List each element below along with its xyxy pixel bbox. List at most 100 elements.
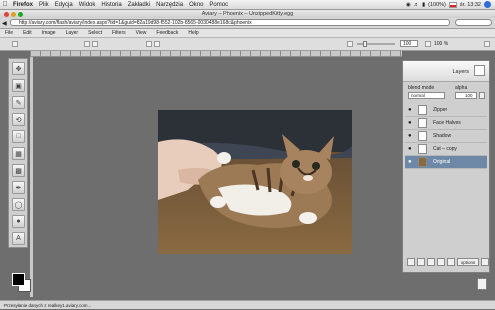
menu-zakladki[interactable]: Zakładki <box>125 2 153 8</box>
zoom-slider-knob[interactable] <box>363 41 367 47</box>
close-window-button[interactable] <box>4 12 9 17</box>
menu-file[interactable]: File <box>0 30 18 36</box>
lasso-tool-icon[interactable]: ⟲ <box>12 113 25 126</box>
layer-name: Cat – copy <box>433 146 457 152</box>
zoom-out-icon[interactable] <box>347 41 353 47</box>
tool-options-bar: 100 100 % <box>0 38 495 51</box>
top-ruler <box>30 51 402 57</box>
marquee-tool-icon[interactable]: □ <box>12 130 25 143</box>
eye-icon[interactable]: ● <box>408 133 414 139</box>
apple-icon[interactable]:  <box>0 1 10 8</box>
menu-widok[interactable]: Widok <box>76 2 99 8</box>
menu-pomoc[interactable]: Pomoc <box>206 2 231 8</box>
layer-options-button[interactable]: options <box>457 258 479 266</box>
flip-vertical-icon[interactable] <box>154 41 160 47</box>
blend-mode-select[interactable]: normal <box>408 92 445 99</box>
layer-thumbnail <box>418 118 427 128</box>
rotate-right-icon[interactable] <box>92 41 98 47</box>
layers-panel-header: Layers <box>403 61 489 82</box>
layer-row-cat-copy[interactable]: ● Cat – copy <box>405 143 487 156</box>
menu-firefox[interactable]: Firefox <box>10 2 36 8</box>
navigator-icon[interactable] <box>477 278 487 290</box>
text-tool-icon[interactable]: A <box>12 232 25 245</box>
layer-name: Shadow <box>433 133 452 139</box>
duplicate-layer-icon[interactable] <box>417 258 425 266</box>
url-field[interactable]: http://aviary.com/flash/aviary/index.asp… <box>10 19 450 26</box>
menu-layer[interactable]: Layer <box>61 30 84 36</box>
eye-icon[interactable]: ● <box>408 120 414 126</box>
delete-layer-icon[interactable] <box>447 258 455 266</box>
layer-row-zipper[interactable]: ● Zipper <box>405 104 487 117</box>
blend-mode-label: blend mode <box>408 85 435 91</box>
battery-icon[interactable]: ▮ <box>422 2 425 8</box>
eye-icon[interactable]: ● <box>408 107 414 113</box>
layer-thumbnail <box>418 144 427 154</box>
zoom-window-button[interactable] <box>18 12 23 17</box>
menu-edycja[interactable]: Edycja <box>52 2 76 8</box>
battery-text: (100%) <box>428 1 446 8</box>
layer-name: Original <box>433 159 451 165</box>
blur-tool-icon[interactable]: ● <box>12 215 25 228</box>
zoom-field[interactable]: 100 <box>400 40 418 47</box>
wifi-icon[interactable]: ◉ <box>406 2 411 8</box>
eye-icon[interactable]: ● <box>408 146 414 152</box>
menu-plik[interactable]: Plik <box>36 2 52 8</box>
flag-icon[interactable] <box>448 1 457 8</box>
menu-view[interactable]: View <box>131 30 152 36</box>
alpha-label: alpha <box>455 85 468 91</box>
kitten-photo <box>158 110 352 254</box>
spotlight-icon[interactable] <box>484 1 491 8</box>
layer-options-arrow-icon[interactable] <box>481 258 489 266</box>
menu-edit[interactable]: Edit <box>18 30 37 36</box>
layer-name: Face Halves <box>433 120 461 126</box>
menu-historia[interactable]: Historia <box>98 2 124 8</box>
alpha-stepper[interactable] <box>479 92 485 99</box>
app-menubar: File Edit Image Layer Select Filters Vie… <box>0 29 495 38</box>
transform-tool-icon[interactable]: ▣ <box>12 79 25 92</box>
volume-icon[interactable]: ♬ <box>414 2 420 8</box>
menu-feedback[interactable]: Feedback <box>151 30 183 36</box>
status-bar: Przesyłanie danych z realkey1.aviary.com… <box>0 300 495 309</box>
clock[interactable]: śr. 13:32 <box>460 2 481 8</box>
layer-row-shadow[interactable]: ● Shadow <box>405 130 487 143</box>
brush-tool-icon[interactable]: ✒ <box>12 181 25 194</box>
new-layer-icon[interactable] <box>407 258 415 266</box>
menu-image[interactable]: Image <box>37 30 61 36</box>
zoom-fit-icon[interactable] <box>425 41 431 47</box>
foreground-color-swatch[interactable] <box>12 273 25 286</box>
left-ruler <box>30 57 33 297</box>
lock-layer-icon[interactable] <box>427 258 435 266</box>
bucket-tool-icon[interactable]: ▩ <box>12 164 25 177</box>
layer-row-original[interactable]: ● Original <box>405 156 487 169</box>
layer-thumbnail <box>418 131 427 141</box>
layer-effects-icon[interactable] <box>437 258 445 266</box>
layer-thumbnail <box>418 157 427 167</box>
stamp-tool-icon[interactable]: ▦ <box>12 147 25 160</box>
eye-icon[interactable]: ● <box>408 159 414 165</box>
menu-okno[interactable]: Okno <box>186 2 206 8</box>
move-tool-icon[interactable]: ✥ <box>12 62 25 75</box>
zoom-slider[interactable] <box>357 41 395 47</box>
layers-panel: Layers blend mode alpha normal 100 ● Zip… <box>402 60 490 273</box>
back-icon[interactable]: ◀ <box>2 20 7 27</box>
menu-select[interactable]: Select <box>83 30 107 36</box>
flip-horizontal-icon[interactable] <box>146 41 152 47</box>
menu-narzedzia[interactable]: Narzędzia <box>153 2 186 8</box>
alpha-field[interactable]: 100 <box>455 92 477 99</box>
pencil-tool-icon[interactable]: ✎ <box>12 96 25 109</box>
minimize-window-button[interactable] <box>11 12 16 17</box>
eyedropper-tool-icon[interactable]: ◯ <box>12 198 25 211</box>
search-field[interactable] <box>455 19 492 26</box>
menu-help[interactable]: Help <box>183 30 203 36</box>
menu-filters[interactable]: Filters <box>107 30 131 36</box>
rotate-left-icon[interactable] <box>84 41 90 47</box>
fullscreen-icon[interactable] <box>484 41 490 47</box>
zoom-percent: 100 % <box>434 41 449 47</box>
address-bar-row: ◀ http://aviary.com/flash/aviary/index.a… <box>0 18 495 29</box>
canvas-image[interactable] <box>158 110 352 254</box>
layer-row-face-halves[interactable]: ● Face Halves <box>405 117 487 130</box>
panel-collapse-icon[interactable] <box>474 65 485 76</box>
mac-menubar:  Firefox Plik Edycja Widok Historia Zak… <box>0 0 495 10</box>
layers-panel-title: Layers <box>452 69 469 75</box>
crosshair-icon[interactable] <box>12 41 18 47</box>
